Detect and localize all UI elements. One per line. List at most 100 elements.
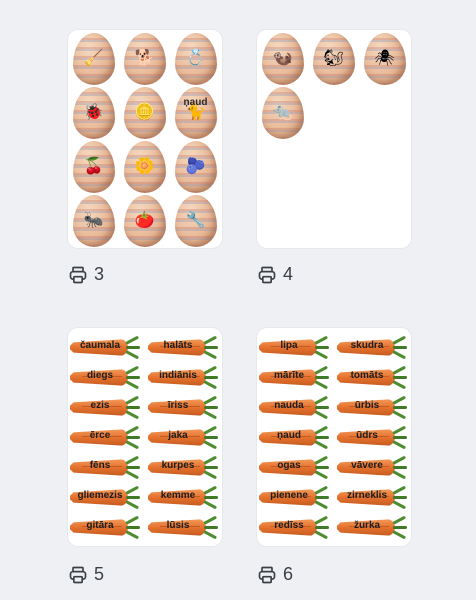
- drill-icon: 🔧: [185, 212, 206, 229]
- egg-card: 🐀: [261, 87, 304, 139]
- carrot-word-card: ogas: [259, 455, 331, 480]
- carrot-word: kemme: [160, 490, 196, 501]
- carrot-word-card: ūdrs: [337, 425, 409, 450]
- spider-icon: 🕷: [374, 50, 395, 67]
- carrot-word: gitāra: [86, 520, 114, 531]
- carrot-leaves-icon: [392, 335, 409, 360]
- egg-label: ņaud: [183, 97, 208, 108]
- carrot-word: ūdrs: [356, 430, 378, 441]
- carrot-leaves-icon: [203, 395, 220, 420]
- carrot-word-card: lūsis: [148, 515, 220, 540]
- carrot-leaves-icon: [314, 335, 331, 360]
- carrot-word-card: kemme: [148, 485, 220, 510]
- carrot-word-card: čaumala: [70, 335, 142, 360]
- carrot-word: žurka: [353, 520, 381, 531]
- carrot-leaves-icon: [392, 365, 409, 390]
- carrot-leaves-icon: [203, 515, 220, 540]
- egg-card: 🧹: [72, 33, 115, 85]
- egg-grid: 🧹 🐕 💍 🐞 🪙 🐈 ņaud 🍒 🌼 🫐 🐜 🍅 🔧: [68, 32, 222, 248]
- broom-icon: 🧹: [83, 50, 104, 67]
- egg-card: 🐈 ņaud: [174, 87, 217, 139]
- carrot-word: tomāts: [350, 370, 384, 381]
- page-number: 4: [283, 264, 294, 284]
- page-thumbnail-5[interactable]: čaumala halāts diegs indiānis ezis īriss ērce j…: [68, 328, 222, 546]
- egg-grid: 🦦 🐿 🕷 🐀: [257, 32, 411, 140]
- carrot-word-card: halāts: [148, 335, 220, 360]
- page-caption: 4: [257, 264, 293, 285]
- page-number: 3: [94, 264, 105, 284]
- page-thumbnail-6[interactable]: lipa skudra mārīte tomāts nauda ūrbis ņaud ūdrs…: [257, 328, 411, 546]
- carrot-word-card: gitāra: [70, 515, 142, 540]
- egg-card: 🫐: [174, 141, 217, 193]
- dogs-icon: 🐕: [134, 50, 155, 67]
- ant-icon: 🐜: [83, 212, 104, 229]
- carrot-word: pienene: [270, 490, 308, 501]
- egg-card: 🐜: [72, 195, 115, 247]
- ring-icon: 💍: [185, 50, 206, 67]
- carrot-leaves-icon: [314, 365, 331, 390]
- carrot-word-card: kurpes: [148, 455, 220, 480]
- egg-card: 🪙: [123, 87, 166, 139]
- egg-card: 🌼: [123, 141, 166, 193]
- carrot-word: kurpes: [161, 460, 195, 471]
- carrot-leaves-icon: [392, 425, 409, 450]
- carrot-word: ūrbis: [354, 400, 380, 411]
- carrot-word: ezis: [90, 400, 110, 411]
- carrot-word-card: nauda: [259, 395, 331, 420]
- carrot-word-card: pienene: [259, 485, 331, 510]
- carrot-word: čaumala: [79, 340, 121, 351]
- carrot-word: halāts: [163, 340, 193, 351]
- carrot-word: ņaud: [277, 430, 301, 441]
- carrot-word-card: skudra: [337, 335, 409, 360]
- squirrel-icon: 🐿: [323, 50, 344, 67]
- page-caption: 3: [68, 264, 104, 285]
- egg-card: 💍: [174, 33, 217, 85]
- rat-icon: 🐀: [272, 104, 293, 121]
- page-caption: 5: [68, 564, 104, 585]
- printer-icon: [69, 566, 87, 583]
- carrot-word-card: ūrbis: [337, 395, 409, 420]
- coins-icon: 🪙: [134, 104, 155, 121]
- carrot-word-card: ņaud: [259, 425, 331, 450]
- page-thumbnail-3[interactable]: 🧹 🐕 💍 🐞 🪙 🐈 ņaud 🍒 🌼 🫐 🐜 🍅 🔧: [68, 30, 222, 248]
- otter-icon: 🦦: [272, 50, 293, 67]
- carrot-word-card: jaka: [148, 425, 220, 450]
- carrot-grid: čaumala halāts diegs indiānis ezis īriss ērce j…: [68, 332, 222, 542]
- carrot-word: lipa: [280, 340, 298, 351]
- ladybug-icon: 🐞: [83, 104, 104, 121]
- radish-icon: 🫐: [185, 158, 206, 175]
- egg-card: 🐕: [123, 33, 166, 85]
- carrot-word: diegs: [86, 370, 114, 381]
- fruit-bowl-icon: 🍒: [83, 158, 104, 175]
- egg-card: 🔧: [174, 195, 217, 247]
- carrot-word-card: ezis: [70, 395, 142, 420]
- carrot-leaves-icon: [125, 485, 142, 510]
- carrot-word-card: indiānis: [148, 365, 220, 390]
- tomato-icon: 🍅: [134, 212, 155, 229]
- carrot-leaves-icon: [392, 455, 409, 480]
- carrot-leaves-icon: [125, 425, 142, 450]
- carrot-leaves-icon: [125, 335, 142, 360]
- carrot-word: fēns: [89, 460, 111, 471]
- carrot-word-card: žurka: [337, 515, 409, 540]
- carrot-word-card: lipa: [259, 335, 331, 360]
- carrot-leaves-icon: [314, 485, 331, 510]
- carrot-word: lūsis: [166, 520, 190, 531]
- carrot-word: vāvere: [351, 460, 383, 471]
- page-thumbnail-4[interactable]: 🦦 🐿 🕷 🐀: [257, 30, 411, 248]
- carrot-word-card: vāvere: [337, 455, 409, 480]
- carrot-word: jaka: [168, 430, 188, 441]
- carrot-word-card: īriss: [148, 395, 220, 420]
- carrot-word: redīss: [274, 520, 304, 531]
- carrot-word: gliemezis: [77, 490, 123, 501]
- carrot-word: ērce: [89, 430, 111, 441]
- egg-card: 🕷: [363, 33, 406, 85]
- carrot-grid: lipa skudra mārīte tomāts nauda ūrbis ņaud ūdrs…: [257, 332, 411, 542]
- carrot-word-card: fēns: [70, 455, 142, 480]
- printer-icon: [258, 566, 276, 583]
- carrot-leaves-icon: [203, 335, 220, 360]
- egg-card: 🍅: [123, 195, 166, 247]
- carrot-leaves-icon: [125, 455, 142, 480]
- printer-icon: [69, 266, 87, 283]
- egg-card: 🐿: [312, 33, 355, 85]
